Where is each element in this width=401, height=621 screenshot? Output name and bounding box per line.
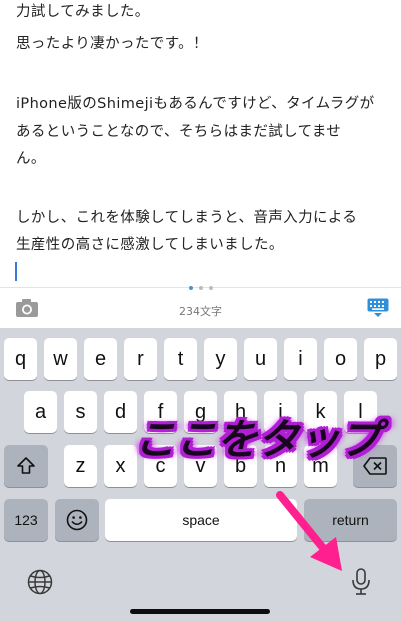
shift-icon: [17, 457, 35, 474]
keyboard-dismiss-icon[interactable]: [367, 298, 389, 318]
numbers-key[interactable]: 123: [4, 499, 48, 541]
editor-toolbar: 234文字: [0, 286, 401, 329]
home-indicator: [130, 609, 270, 614]
editor-line: 生産性の高さに感激してしまいました。: [16, 237, 284, 253]
globe-icon[interactable]: [27, 569, 53, 595]
key-s[interactable]: s: [64, 391, 97, 433]
editor-line: 思ったより凄かったです。！: [16, 36, 208, 52]
emoji-key[interactable]: [55, 499, 99, 541]
editor-line: ん。: [16, 151, 46, 167]
key-z[interactable]: z: [64, 445, 97, 487]
key-p[interactable]: p: [364, 338, 397, 380]
key-t[interactable]: t: [164, 338, 197, 380]
text-editor[interactable]: 力試してみました。 思ったより凄かったです。！ iPhone版のShimejiも…: [0, 0, 401, 287]
key-i[interactable]: i: [284, 338, 317, 380]
space-key[interactable]: space: [105, 499, 297, 541]
emoji-icon: [66, 509, 88, 531]
editor-line: iPhone版のShimejiもあるんですけど、タイムラグが: [16, 96, 375, 112]
key-o[interactable]: o: [324, 338, 357, 380]
key-r[interactable]: r: [124, 338, 157, 380]
software-keyboard: q w e r t y u i o p a s d f g h j k l z …: [0, 328, 401, 621]
editor-line: 力試してみました。: [16, 4, 150, 20]
editor-line: あるということなので、そちらはまだ試してませ: [16, 124, 342, 140]
key-u[interactable]: u: [244, 338, 277, 380]
key-y[interactable]: y: [204, 338, 237, 380]
microphone-icon[interactable]: [350, 567, 372, 597]
shift-key[interactable]: [4, 445, 48, 487]
key-q[interactable]: q: [4, 338, 37, 380]
page-indicator: [0, 275, 401, 294]
character-count: 234文字: [179, 305, 222, 318]
arrow-annotation-icon: [276, 491, 342, 571]
key-x[interactable]: x: [104, 445, 137, 487]
key-a[interactable]: a: [24, 391, 57, 433]
key-e[interactable]: e: [84, 338, 117, 380]
key-d[interactable]: d: [104, 391, 137, 433]
tap-here-annotation: ここをタップ: [134, 415, 381, 464]
editor-line: しかし、これを体験してしまうと、音声入力による: [16, 210, 358, 226]
key-w[interactable]: w: [44, 338, 77, 380]
